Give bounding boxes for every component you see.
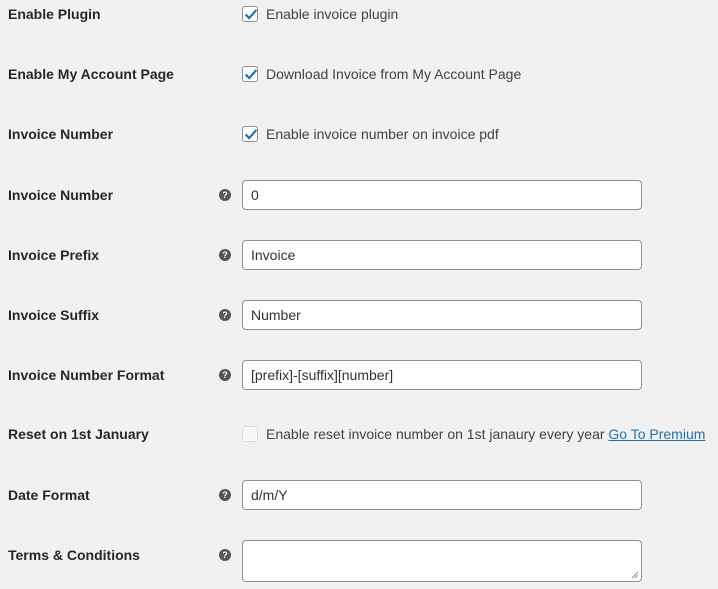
reset-january-checkbox[interactable]	[242, 426, 258, 442]
invoice-number-checkbox-wrap[interactable]: Enable invoice number on invoice pdf	[242, 125, 499, 143]
reset-january-checkbox-wrap[interactable]: Enable reset invoice number on 1st janau…	[242, 425, 705, 443]
setting-row-terms-conditions: Terms & Conditions ?	[0, 540, 718, 582]
invoice-prefix-input[interactable]: Invoice	[242, 240, 642, 270]
checkbox-text: Enable invoice plugin	[266, 6, 399, 22]
invoice-number-input[interactable]: 0	[242, 180, 642, 210]
setting-label: Enable My Account Page	[8, 66, 174, 82]
setting-row-invoice-suffix: Invoice Suffix ? Number	[0, 300, 718, 330]
my-account-checkbox-wrap[interactable]: Download Invoice from My Account Page	[242, 65, 521, 83]
checkmark-icon	[244, 69, 258, 80]
reset-january-text: Enable reset invoice number on 1st janau…	[266, 426, 605, 442]
question-icon[interactable]: ?	[219, 249, 231, 261]
invoice-number-checkbox[interactable]	[242, 126, 258, 142]
go-to-premium-link[interactable]: Go To Premium	[608, 426, 705, 442]
question-icon[interactable]: ?	[219, 189, 231, 201]
resize-grip-icon[interactable]	[631, 571, 639, 579]
checkmark-icon	[244, 9, 258, 20]
setting-row-enable-plugin: Enable Plugin Enable invoice plugin	[0, 0, 718, 31]
checkbox-text: Enable invoice number on invoice pdf	[266, 126, 499, 142]
setting-label: Invoice Number Format	[8, 367, 165, 383]
my-account-checkbox[interactable]	[242, 66, 258, 82]
setting-row-invoice-number-format: Invoice Number Format ? [prefix]-[suffix…	[0, 360, 718, 390]
terms-conditions-textarea[interactable]	[242, 540, 642, 582]
setting-label: Enable Plugin	[8, 6, 101, 22]
date-format-input[interactable]: d/m/Y	[242, 480, 642, 510]
setting-label: Reset on 1st January	[8, 426, 149, 442]
setting-label: Invoice Number	[8, 187, 114, 203]
setting-label: Invoice Number	[8, 126, 114, 142]
checkmark-icon	[244, 129, 258, 140]
setting-row-invoice-number-toggle: Invoice Number Enable invoice number on …	[0, 117, 718, 151]
setting-row-invoice-prefix: Invoice Prefix ? Invoice	[0, 240, 718, 270]
question-icon[interactable]: ?	[219, 489, 231, 501]
setting-row-date-format: Date Format ? d/m/Y	[0, 480, 718, 510]
setting-row-reset-january: Reset on 1st January Enable reset invoic…	[0, 417, 718, 451]
setting-label: Terms & Conditions	[8, 547, 140, 563]
invoice-number-format-input[interactable]: [prefix]-[suffix][number]	[242, 360, 642, 390]
enable-plugin-checkbox-wrap[interactable]: Enable invoice plugin	[242, 5, 398, 23]
enable-plugin-checkbox[interactable]	[242, 6, 258, 22]
question-icon[interactable]: ?	[219, 369, 231, 381]
setting-label: Invoice Prefix	[8, 247, 100, 263]
question-icon[interactable]: ?	[219, 309, 231, 321]
question-icon[interactable]: ?	[219, 549, 231, 561]
setting-row-invoice-number: Invoice Number ? 0	[0, 180, 718, 210]
setting-row-enable-my-account: Enable My Account Page Download Invoice …	[0, 57, 718, 91]
checkbox-text: Download Invoice from My Account Page	[266, 66, 522, 82]
setting-label: Date Format	[8, 487, 90, 503]
setting-label: Invoice Suffix	[8, 307, 100, 323]
invoice-suffix-input[interactable]: Number	[242, 300, 642, 330]
checkbox-text: Enable reset invoice number on 1st janau…	[266, 426, 705, 442]
